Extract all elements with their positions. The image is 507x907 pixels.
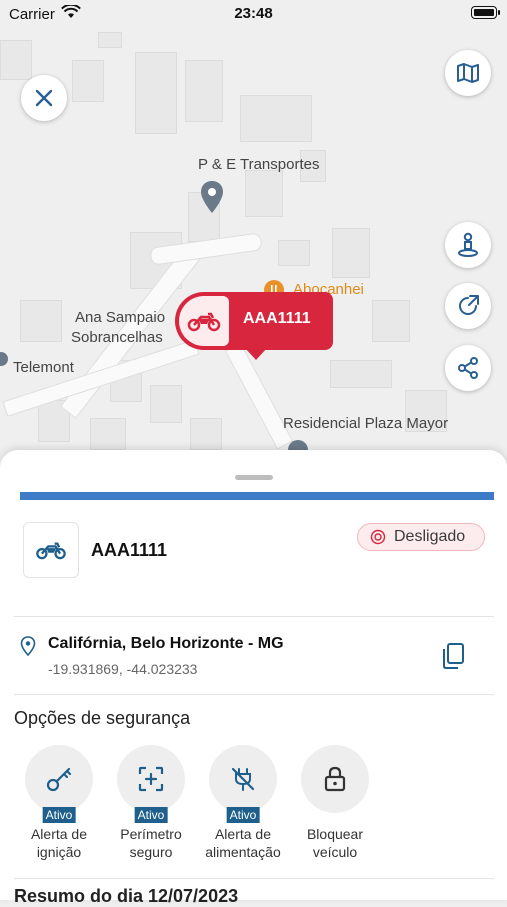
lock-icon	[324, 766, 346, 792]
map-building	[245, 170, 283, 217]
power-status-icon	[370, 529, 386, 545]
map-icon	[457, 63, 479, 83]
block-vehicle-option[interactable]: Bloquear veículo	[290, 745, 380, 861]
option-label: Perímetro	[120, 826, 182, 842]
active-tag: Ativo	[134, 807, 168, 823]
option-label: Alerta de	[214, 826, 272, 842]
share-icon	[458, 357, 478, 379]
map-building	[185, 60, 223, 122]
clock: 23:48	[234, 5, 273, 22]
map-pin-icon[interactable]	[0, 352, 8, 366]
share-external-icon	[459, 295, 479, 315]
map-building	[372, 300, 410, 342]
marker-plate: AAA1111	[243, 310, 311, 327]
map-label-telemont: Telemont	[13, 359, 74, 376]
sheet-drag-handle[interactable]	[235, 475, 273, 480]
status-badge-label: Desligado	[394, 528, 466, 545]
option-label: alimentação	[205, 844, 281, 860]
map-type-button[interactable]	[445, 50, 491, 96]
map-building	[20, 300, 62, 342]
street-view-icon	[458, 232, 478, 257]
map-building	[90, 418, 126, 450]
open-external-button[interactable]	[445, 283, 491, 329]
daily-summary-title: Resumo do dia 12/07/2023	[14, 886, 239, 906]
map-building	[332, 228, 370, 278]
perimeter-icon	[138, 766, 164, 792]
divider	[14, 616, 494, 617]
street-view-button[interactable]	[445, 222, 491, 268]
map-building	[190, 418, 222, 450]
location-pin-icon	[20, 636, 36, 656]
vehicle-detail-sheet: AAA1111 Desligado Califórnia, Belo Horiz…	[0, 450, 507, 906]
security-options-title: Opções de segurança	[14, 708, 191, 728]
option-label: ignição	[36, 844, 82, 860]
map-label-sobrancelhas: Sobrancelhas	[71, 329, 163, 346]
map-building	[72, 60, 104, 102]
vehicle-marker[interactable]: AAA1111	[175, 292, 333, 360]
divider	[14, 878, 494, 879]
map-label-residencial: Residencial Plaza Mayor	[283, 415, 449, 432]
power-alert-option[interactable]: Ativo Alerta de alimentação	[198, 745, 288, 861]
option-label: seguro	[129, 844, 173, 860]
address-text: Califórnia, Belo Horizonte - MG	[48, 635, 284, 652]
close-button[interactable]	[21, 75, 67, 121]
accent-bar	[20, 492, 494, 500]
vehicle-plate: AAA1111	[91, 540, 168, 560]
vehicle-avatar	[23, 522, 79, 578]
motorcycle-icon	[36, 542, 66, 560]
battery-icon	[471, 6, 500, 19]
option-label: veículo	[312, 844, 358, 860]
map-building	[150, 385, 182, 423]
map-building	[135, 52, 177, 134]
active-tag: Ativo	[42, 807, 76, 823]
map-building	[278, 240, 310, 266]
option-label: Alerta de	[30, 826, 88, 842]
active-tag: Ativo	[226, 807, 260, 823]
power-off-icon	[231, 767, 255, 791]
map-pin-icon[interactable]	[200, 180, 224, 214]
map-building	[240, 95, 312, 142]
status-bar: Carrier 23:48	[0, 0, 507, 28]
map-building	[98, 32, 122, 48]
close-icon	[35, 89, 53, 107]
map-building	[0, 40, 32, 80]
motorcycle-icon	[179, 296, 229, 346]
map-label-ana-sampaio: Ana Sampaio	[75, 309, 166, 326]
divider	[14, 694, 494, 695]
map-label-pe-transportes: P & E Transportes	[198, 156, 320, 173]
map-view[interactable]: P & E Transportes Abocanhei Ana Sampaio …	[0, 0, 507, 470]
share-button[interactable]	[445, 345, 491, 391]
key-icon	[46, 767, 72, 792]
status-badge: Desligado	[357, 523, 485, 551]
copy-icon[interactable]	[440, 642, 466, 670]
coordinates-text: -19.931869, -44.023233	[48, 661, 198, 677]
map-building	[330, 360, 392, 388]
ignition-alert-option[interactable]: Ativo Alerta de ignição	[14, 745, 104, 861]
option-label: Bloquear	[306, 826, 364, 842]
safe-perimeter-option[interactable]: Ativo Perímetro seguro	[106, 745, 196, 861]
